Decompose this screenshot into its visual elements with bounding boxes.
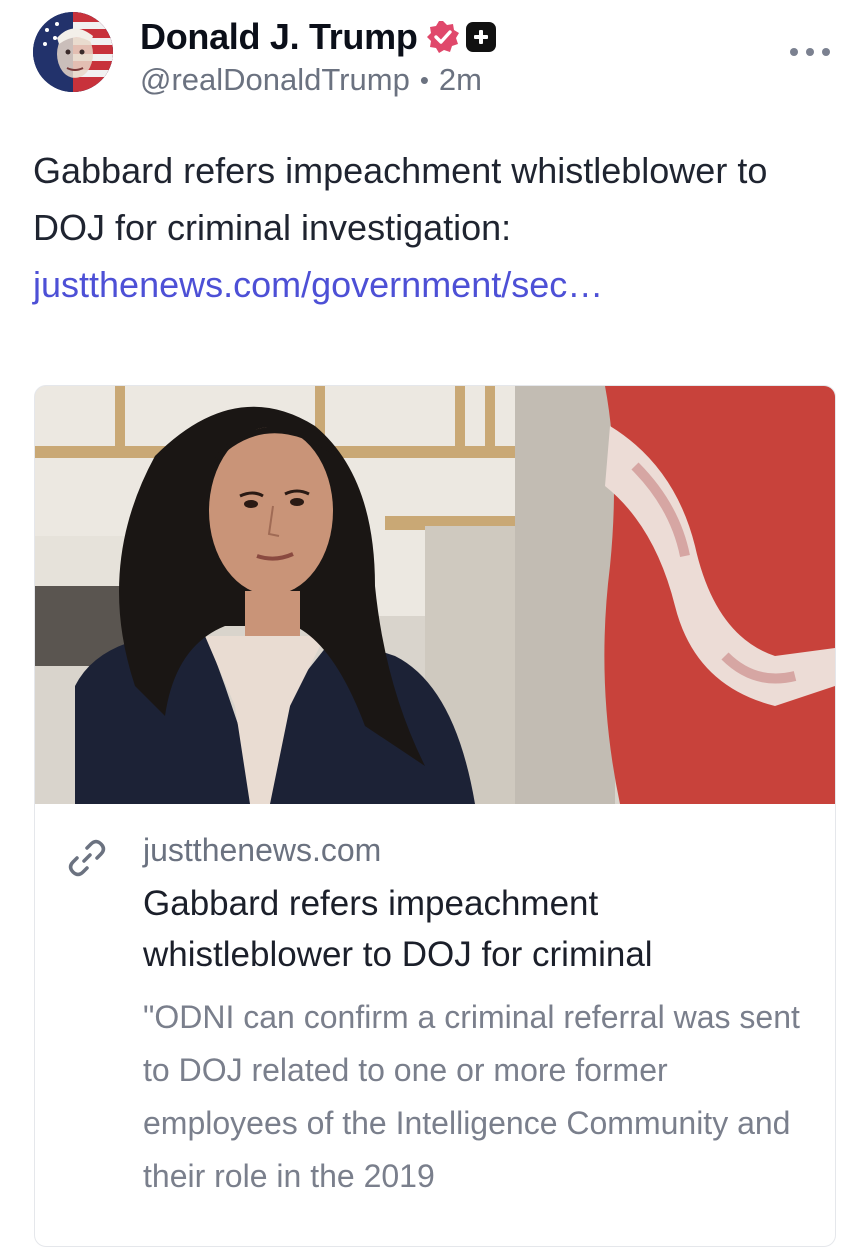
- post-text: Gabbard refers impeachment whistleblower…: [33, 142, 833, 313]
- avatar[interactable]: [33, 12, 113, 92]
- post-body-text: Gabbard refers impeachment whistleblower…: [33, 150, 768, 248]
- verified-badge-icon: [426, 20, 460, 54]
- post-link[interactable]: justthenews.com/government/sec…: [33, 264, 603, 305]
- more-options-icon[interactable]: [790, 42, 830, 62]
- meta-separator: •: [419, 64, 429, 95]
- author-display-name[interactable]: Donald J. Trump: [140, 16, 418, 58]
- author-handle[interactable]: @realDonaldTrump: [140, 62, 410, 98]
- card-description: "ODNI can confirm a criminal referral wa…: [143, 999, 800, 1194]
- more-dot: [822, 48, 830, 56]
- post-header: Donald J. Trump @realDonaldTrump • 2m: [0, 0, 868, 110]
- card-domain: justthenews.com: [143, 832, 382, 868]
- card-title[interactable]: Gabbard refers impeachment whistleblower…: [143, 878, 803, 980]
- author-name-row: Donald J. Trump: [140, 14, 496, 60]
- post-time[interactable]: 2m: [439, 62, 482, 98]
- plus-badge-icon: [465, 22, 496, 52]
- author-meta-row: @realDonaldTrump • 2m: [140, 62, 482, 98]
- link-preview-card[interactable]: justthenews.com Gabbard refers impeachme…: [34, 385, 836, 1247]
- more-dot: [806, 48, 814, 56]
- more-dot: [790, 48, 798, 56]
- link-icon: [67, 838, 107, 878]
- card-image[interactable]: [35, 386, 835, 804]
